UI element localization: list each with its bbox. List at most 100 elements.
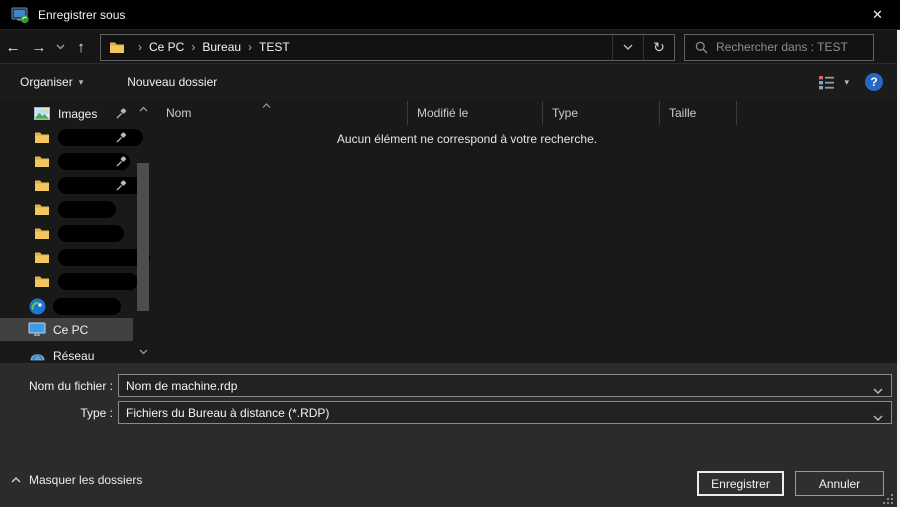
sidebar-item-images[interactable]: Images	[0, 102, 133, 125]
crumb-separator-icon: ›	[131, 40, 149, 54]
sidebar-item-onedrive-redacted[interactable]	[0, 295, 133, 318]
sidebar-item-label: Ce PC	[53, 323, 88, 337]
folder-icon	[33, 131, 51, 144]
scroll-down-icon[interactable]	[138, 349, 148, 355]
filetype-select[interactable]: Fichiers du Bureau à distance (*.RDP)	[118, 401, 892, 424]
organize-button[interactable]: Organiser ▾	[10, 69, 93, 95]
organize-label: Organiser	[20, 75, 73, 89]
redacted-label	[58, 129, 143, 146]
sidebar-item-ce-pc[interactable]: Ce PC	[0, 318, 133, 341]
redacted-label	[58, 177, 144, 194]
redacted-label	[53, 298, 121, 315]
file-list: Nom Modifié le Type Taille Aucun élément…	[150, 99, 897, 363]
sidebar-item-folder-redacted[interactable]	[0, 198, 133, 221]
redacted-label	[58, 273, 138, 290]
breadcrumb-ce-pc[interactable]: Ce PC	[149, 40, 184, 54]
details-view-icon	[818, 75, 835, 90]
column-header-modifie-le[interactable]: Modifié le	[408, 101, 543, 125]
up-icon[interactable]: ↑	[68, 39, 94, 56]
remote-desktop-icon	[11, 6, 30, 24]
toolbar-right-group: ▾ ?	[818, 73, 897, 91]
command-toolbar: Organiser ▾ Nouveau dossier ▾ ?	[0, 65, 897, 99]
close-icon: ✕	[872, 7, 883, 23]
sidebar-item-folder-redacted[interactable]	[0, 270, 133, 293]
chevron-down-icon[interactable]	[873, 383, 883, 397]
save-as-dialog: Enregistrer sous ✕ ← → ↑ › Ce PC › Burea…	[0, 0, 900, 507]
navigation-pane: Images	[0, 99, 150, 363]
search-icon	[695, 41, 708, 54]
help-icon: ?	[870, 75, 877, 89]
new-folder-button[interactable]: Nouveau dossier	[117, 69, 227, 95]
redacted-label	[58, 225, 124, 242]
filetype-value: Fichiers du Bureau à distance (*.RDP)	[119, 406, 329, 420]
hide-folders-label: Masquer les dossiers	[29, 473, 142, 487]
crumb-separator-icon: ›	[184, 40, 202, 54]
sidebar-item-label: Réseau	[53, 349, 94, 363]
sidebar-item-reseau[interactable]: Réseau	[0, 344, 133, 363]
view-mode-button[interactable]: ▾	[818, 75, 849, 90]
folder-icon	[33, 203, 51, 216]
hide-folders-toggle[interactable]: Masquer les dossiers	[11, 473, 142, 487]
scroll-up-icon[interactable]	[138, 106, 148, 112]
navigation-bar: ← → ↑ › Ce PC › Bureau › TEST ↻	[0, 31, 897, 64]
filename-label: Nom du fichier :	[0, 379, 113, 393]
column-header-nom[interactable]: Nom	[150, 101, 408, 125]
crumb-separator-icon: ›	[241, 40, 259, 54]
onedrive-icon	[28, 298, 46, 315]
chevron-down-icon[interactable]: ▾	[844, 77, 849, 88]
column-headers: Nom Modifié le Type Taille	[150, 101, 897, 125]
chevron-up-icon	[11, 477, 21, 483]
forward-icon[interactable]: →	[26, 39, 52, 56]
sidebar-item-folder-redacted[interactable]	[0, 222, 133, 245]
close-button[interactable]: ✕	[855, 0, 900, 29]
back-icon[interactable]: ←	[0, 39, 26, 56]
search-input[interactable]	[716, 40, 866, 54]
address-bar[interactable]: › Ce PC › Bureau › TEST ↻	[100, 34, 675, 61]
sidebar-item-folder-redacted[interactable]	[0, 246, 133, 269]
folder-icon	[33, 227, 51, 240]
breadcrumb-bureau[interactable]: Bureau	[202, 40, 241, 54]
dialog-content: Images	[0, 99, 897, 363]
folder-icon	[33, 179, 51, 192]
network-icon	[28, 349, 46, 363]
sidebar-item-folder-redacted[interactable]	[0, 174, 133, 197]
redacted-label	[58, 201, 116, 218]
save-button[interactable]: Enregistrer	[697, 471, 784, 496]
column-header-type[interactable]: Type	[543, 101, 660, 125]
folder-icon	[109, 41, 125, 54]
refresh-icon[interactable]: ↻	[643, 35, 674, 60]
dialog-footer: Masquer les dossiers Enregistrer Annuler	[0, 460, 897, 507]
pin-icon	[116, 132, 127, 143]
search-box[interactable]	[684, 34, 874, 61]
filetype-row: Type : Fichiers du Bureau à distance (*.…	[0, 401, 897, 424]
folder-icon	[33, 251, 51, 264]
folder-icon	[33, 275, 51, 288]
pin-icon	[116, 156, 127, 167]
sidebar-item-folder-redacted[interactable]	[0, 126, 133, 149]
column-header-taille[interactable]: Taille	[660, 101, 737, 125]
address-dropdown-chevron-icon[interactable]	[612, 35, 643, 60]
file-fields-panel: Nom du fichier : Type : Fichiers du Bure…	[0, 363, 897, 460]
title-bar: Enregistrer sous ✕	[0, 0, 900, 30]
pictures-icon	[33, 107, 51, 120]
resize-grip[interactable]	[883, 494, 894, 505]
new-folder-label: Nouveau dossier	[127, 75, 217, 89]
chevron-down-icon: ▾	[79, 77, 84, 88]
window-title: Enregistrer sous	[38, 8, 125, 22]
breadcrumb-test[interactable]: TEST	[259, 40, 290, 54]
chevron-down-icon[interactable]	[873, 410, 883, 424]
empty-list-message: Aucun élément ne correspond à votre rech…	[337, 132, 597, 146]
filename-input[interactable]	[119, 379, 839, 393]
help-button[interactable]: ?	[865, 73, 883, 91]
folder-icon	[33, 155, 51, 168]
pin-icon	[116, 180, 127, 191]
scrollbar-thumb[interactable]	[137, 163, 149, 311]
cancel-button[interactable]: Annuler	[795, 471, 884, 496]
history-chevron-icon[interactable]	[52, 44, 68, 50]
filetype-label: Type :	[0, 406, 113, 420]
sidebar-scrollbar[interactable]	[136, 99, 150, 363]
filename-combo[interactable]	[118, 374, 892, 397]
sidebar-item-folder-redacted[interactable]	[0, 150, 133, 173]
filename-row: Nom du fichier :	[0, 374, 897, 397]
sidebar-item-label: Images	[58, 107, 97, 121]
